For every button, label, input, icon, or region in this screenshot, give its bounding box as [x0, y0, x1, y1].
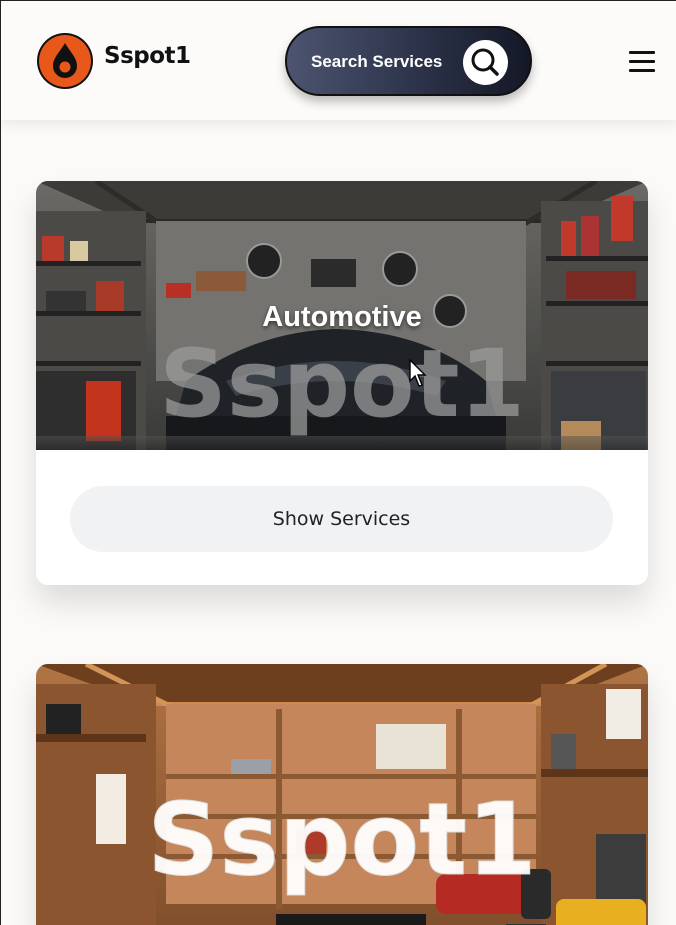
search-icon: [463, 40, 508, 85]
category-title: Automotive: [262, 301, 422, 333]
watermark-text: Sspot1: [159, 330, 525, 439]
search-services-label: Search Services: [311, 52, 443, 71]
watermark-text: Sspot1: [147, 781, 536, 898]
brand-logo-icon[interactable]: [37, 33, 93, 89]
category-image-garage[interactable]: Sspot1 Automotive: [36, 181, 648, 450]
site-header: Sspot1 Search Services: [1, 0, 676, 120]
brand-name[interactable]: Sspot1: [104, 43, 191, 69]
category-card-automotive: Sspot1 Automotive Show Services: [36, 181, 648, 585]
show-services-button[interactable]: Show Services: [70, 486, 613, 552]
search-services-button[interactable]: Search Services: [285, 26, 532, 96]
mouse-cursor-icon: [409, 359, 427, 387]
category-card-workshop: Sspot1: [36, 664, 648, 925]
category-image-workshop[interactable]: Sspot1: [36, 664, 648, 925]
hamburger-menu-icon[interactable]: [629, 51, 655, 73]
